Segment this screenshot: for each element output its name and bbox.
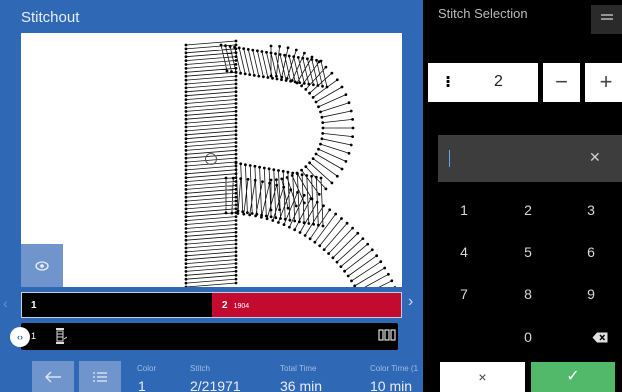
preview-visibility-button[interactable] xyxy=(21,244,63,287)
color-time-label: Color Time (1 xyxy=(370,364,419,373)
total-time-value: 36 min xyxy=(280,378,323,392)
menu-button[interactable] xyxy=(591,5,622,34)
thread-spool-icon xyxy=(56,328,67,344)
stitch-selection-panel: Stitch Selection ⁝ 2 − + ✕ 1 2 3 4 5 6 7… xyxy=(423,0,622,392)
color-value: 1 xyxy=(138,378,146,392)
keypad-key-2[interactable]: 2 xyxy=(503,195,553,225)
color-segment-1[interactable]: 1 xyxy=(22,293,212,317)
confirm-button[interactable]: ✓ xyxy=(531,362,615,392)
page-title: Stitchout xyxy=(21,9,80,26)
color-segment-2[interactable]: 2 1904 xyxy=(212,293,401,317)
keypad-key-3[interactable]: 3 xyxy=(566,195,616,225)
vertical-dots-icon: ⁝ xyxy=(445,74,452,91)
increment-button[interactable]: + xyxy=(585,63,622,102)
step-value: 2 xyxy=(494,73,503,90)
thread-change-icon[interactable] xyxy=(378,329,396,341)
keypad-key-4[interactable]: 4 xyxy=(439,237,489,267)
panel-title: Stitch Selection xyxy=(438,6,528,21)
stitch-step-stepper: ⁝ 2 − + xyxy=(428,63,622,102)
stitch-number-input[interactable]: ✕ xyxy=(438,135,622,182)
chevron-left-icon[interactable]: ‹ xyxy=(3,295,8,311)
keypad-key-9[interactable]: 9 xyxy=(566,279,616,309)
keypad-key-5[interactable]: 5 xyxy=(503,237,553,267)
cancel-button[interactable]: × xyxy=(440,362,525,392)
color-segment-label: 1 xyxy=(31,300,37,311)
list-icon xyxy=(93,371,107,382)
thread-position-bar[interactable] xyxy=(21,323,398,350)
thread-position-slider-handle[interactable]: ‹› xyxy=(10,327,30,347)
keypad-key-0[interactable]: 0 xyxy=(503,322,553,352)
text-cursor xyxy=(449,150,450,167)
embroidery-preview[interactable] xyxy=(21,33,402,287)
stitchout-panel: Stitchout ‹ 1 2 1904 › ‹› 1 Color 1 Stit… xyxy=(0,0,423,392)
stitch-value: 2/21971 xyxy=(190,378,241,392)
hamburger-menu-icon xyxy=(601,14,613,20)
backspace-icon xyxy=(592,332,608,342)
keypad-key-6[interactable]: 6 xyxy=(566,237,616,267)
color-segment-stitch-count: 1904 xyxy=(233,303,250,310)
color-segment-label: 2 xyxy=(222,300,228,311)
back-button[interactable] xyxy=(32,361,74,392)
thread-position-index: 1 xyxy=(31,331,37,341)
color-label: Color xyxy=(137,364,157,373)
keypad-key-1[interactable]: 1 xyxy=(439,195,489,225)
backspace-button[interactable] xyxy=(583,322,617,352)
color-sequence-bar[interactable]: 1 2 1904 xyxy=(21,292,402,318)
stitch-lines xyxy=(185,40,392,287)
stitch-label: Stitch xyxy=(190,364,211,373)
color-time-value: 10 min xyxy=(370,378,413,392)
keypad-key-7[interactable]: 7 xyxy=(439,279,489,309)
stitch-list-button[interactable] xyxy=(79,361,121,392)
arrow-left-icon xyxy=(45,371,61,382)
chevron-right-icon[interactable]: › xyxy=(408,293,413,311)
needle-position-marker xyxy=(205,153,217,165)
clear-icon[interactable]: ✕ xyxy=(589,149,601,166)
total-time-label: Total Time xyxy=(280,364,317,373)
step-value-box[interactable]: ⁝ 2 xyxy=(428,63,538,102)
eye-icon xyxy=(35,260,49,271)
decrement-button[interactable]: − xyxy=(543,63,580,102)
keypad-key-8[interactable]: 8 xyxy=(503,279,553,309)
